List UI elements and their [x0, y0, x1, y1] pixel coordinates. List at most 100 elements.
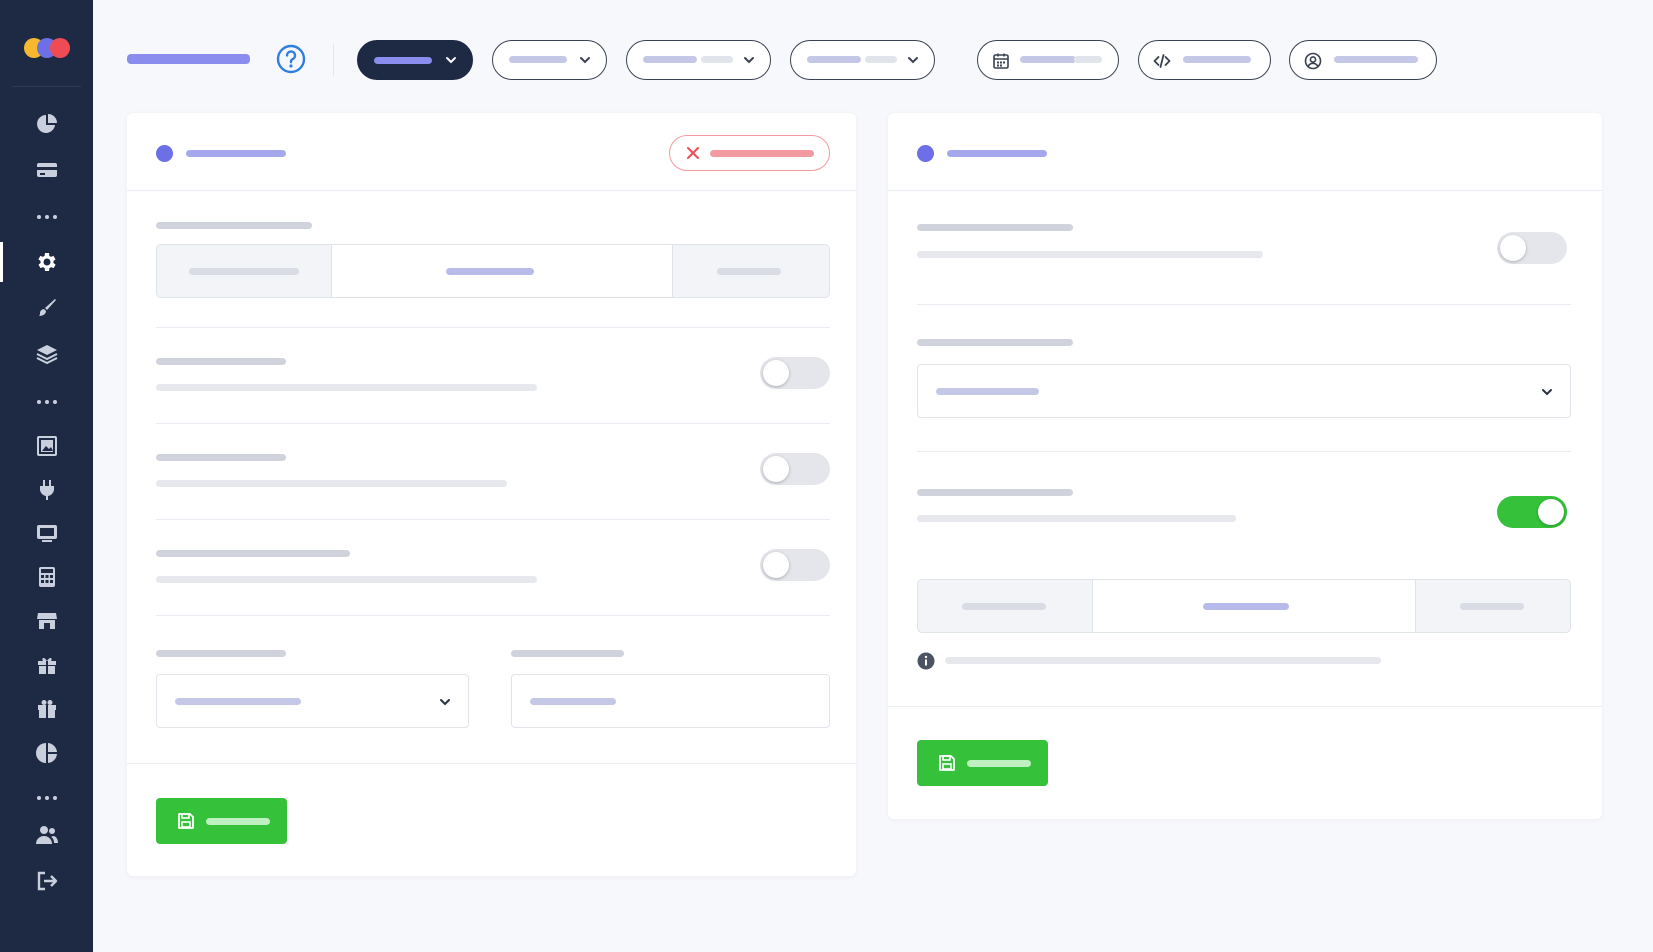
toggle-row-2-description: [917, 515, 1236, 522]
pie-segment-icon: [35, 743, 57, 763]
chevron-down-icon: [744, 57, 754, 64]
layers-icon: [36, 345, 57, 365]
gift-icon: [37, 700, 56, 718]
toggle-switch-5[interactable]: [1497, 496, 1567, 528]
pie-chart-icon: [36, 114, 57, 133]
close-icon: [687, 147, 699, 159]
select-value: [175, 698, 301, 705]
settings-card-right: [888, 113, 1602, 819]
sidebar-item-design[interactable]: [0, 288, 93, 328]
date-range-label: [1020, 56, 1076, 63]
save-button[interactable]: [917, 740, 1048, 786]
toggle-switch-1[interactable]: [760, 357, 830, 389]
toggle-row-2-description: [156, 480, 507, 487]
save-label: [206, 818, 270, 825]
sidebar-item-billing[interactable]: [0, 150, 93, 190]
toggle-switch-4[interactable]: [1497, 232, 1567, 264]
help-button[interactable]: [276, 44, 306, 74]
embed-code-label: [1183, 56, 1251, 63]
credit-card-icon: [36, 163, 57, 177]
save-label: [967, 760, 1031, 767]
select-value: [936, 388, 1039, 395]
chevron-down-icon: [446, 57, 456, 64]
code-icon: [1153, 54, 1171, 68]
sidebar-item-rewards[interactable]: [0, 689, 93, 729]
segment-option-1[interactable]: [157, 245, 333, 297]
filter-dropdown-4[interactable]: [790, 40, 935, 80]
toggle-row-2-title: [156, 454, 286, 461]
date-range-sublabel: [1074, 56, 1102, 63]
account-button[interactable]: [1289, 40, 1437, 80]
date-range-button[interactable]: [977, 40, 1119, 80]
segment-option-3[interactable]: [1416, 580, 1570, 632]
sidebar-item-calculator[interactable]: [0, 557, 93, 597]
user-circle-icon: [1304, 52, 1322, 70]
filter-dropdown-3[interactable]: [626, 40, 771, 80]
more-dots-icon[interactable]: [0, 392, 93, 412]
chevron-down-icon: [580, 57, 590, 64]
sidebar-item-plugins[interactable]: [0, 470, 93, 510]
sidebar-item-logout[interactable]: [0, 861, 93, 901]
segment-option-2[interactable]: [1093, 580, 1417, 632]
sidebar-item-media[interactable]: [0, 426, 93, 466]
filter-dropdown-1[interactable]: [357, 40, 473, 80]
app-logo[interactable]: [24, 38, 70, 58]
row-divider: [917, 451, 1571, 452]
input-field-label: [511, 650, 624, 657]
sidebar: [0, 0, 93, 952]
discard-label: [710, 150, 814, 157]
filter-label: [374, 57, 432, 64]
card-status-dot: [917, 145, 934, 162]
sidebar-item-settings[interactable]: [0, 242, 93, 282]
mode-segmented-control: [917, 579, 1571, 633]
more-dots-icon[interactable]: [0, 788, 93, 808]
more-dots-icon[interactable]: [0, 207, 93, 227]
question-circle-icon: [276, 44, 306, 74]
sidebar-item-reports[interactable]: [0, 104, 93, 144]
toggle-row-1-title: [917, 224, 1073, 231]
sidebar-item-layers[interactable]: [0, 334, 93, 374]
mode-segmented-control: [156, 244, 830, 298]
segment-option-3[interactable]: [673, 245, 829, 297]
save-button[interactable]: [156, 798, 287, 844]
option-select[interactable]: [156, 674, 469, 728]
filter-label: [807, 56, 861, 63]
option-select[interactable]: [917, 364, 1571, 418]
sidebar-item-store[interactable]: [0, 601, 93, 641]
segment-option-1[interactable]: [918, 580, 1094, 632]
select-field-label: [917, 339, 1073, 346]
settings-card-left: [127, 113, 856, 876]
chevron-down-icon: [908, 57, 918, 64]
filter-label: [643, 56, 697, 63]
sidebar-item-users[interactable]: [0, 815, 93, 855]
filter-dropdown-2[interactable]: [492, 40, 607, 80]
gift-box-icon: [37, 657, 56, 674]
toggle-row-2-title: [917, 489, 1073, 496]
account-label: [1334, 56, 1418, 63]
embed-code-button[interactable]: [1138, 40, 1271, 80]
toggle-row-1-title: [156, 358, 286, 365]
discard-changes-button[interactable]: [669, 135, 830, 171]
select-field-label: [156, 650, 286, 657]
card-title: [186, 150, 286, 157]
sidebar-item-display[interactable]: [0, 513, 93, 553]
row-divider: [917, 304, 1571, 305]
card-footer-divider: [888, 706, 1602, 707]
value-input[interactable]: [511, 674, 830, 728]
topbar-divider: [333, 44, 334, 76]
sidebar-item-analytics[interactable]: [0, 733, 93, 773]
toggle-switch-2[interactable]: [760, 453, 830, 485]
info-hint-text: [945, 657, 1381, 664]
setting-label: [156, 222, 312, 229]
card-status-dot: [156, 145, 173, 162]
plug-icon: [39, 480, 54, 500]
card-footer-divider: [127, 763, 856, 764]
card-header-divider: [127, 190, 856, 191]
row-divider: [156, 423, 830, 424]
toggle-switch-3[interactable]: [760, 549, 830, 581]
users-icon: [35, 826, 58, 844]
sidebar-item-promotions[interactable]: [0, 645, 93, 685]
toggle-row-3-description: [156, 576, 537, 583]
segment-option-2[interactable]: [332, 245, 674, 297]
image-frame-icon: [36, 436, 57, 456]
